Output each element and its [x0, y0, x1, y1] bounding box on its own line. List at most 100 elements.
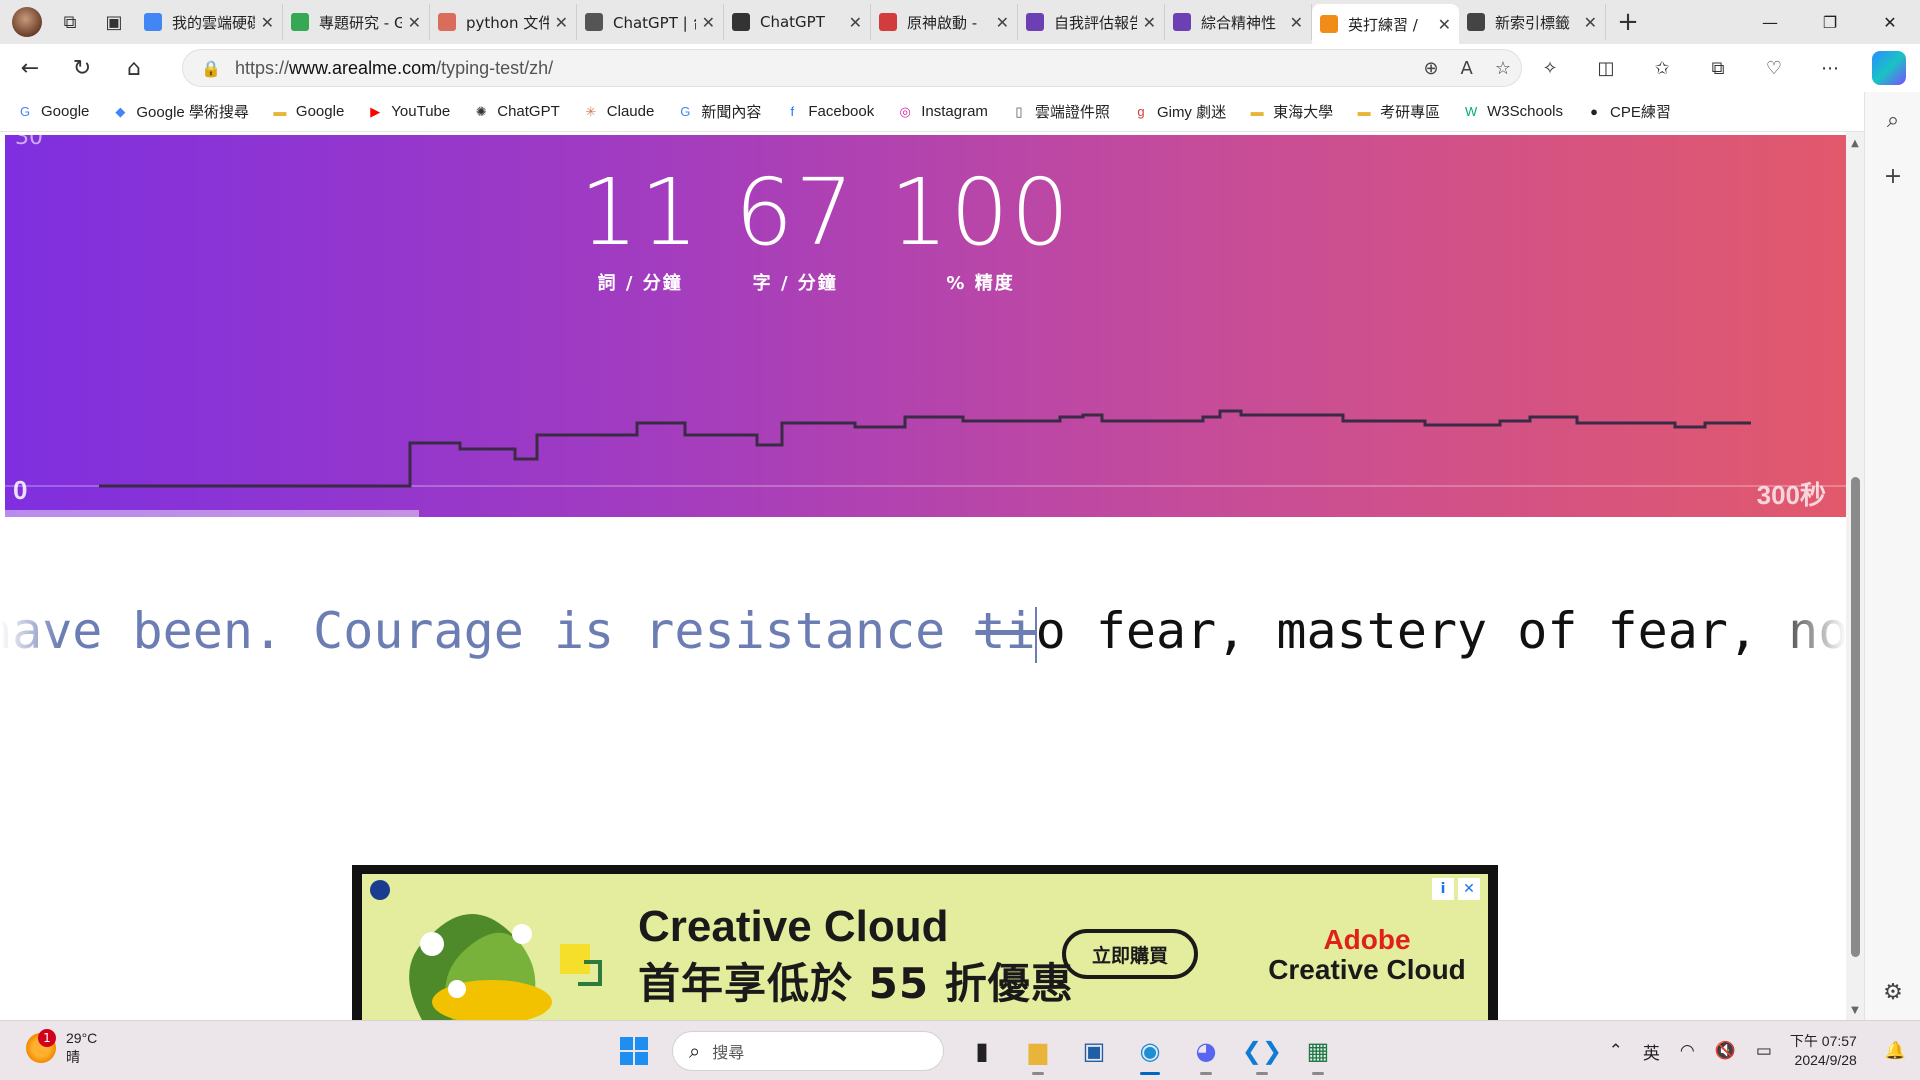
tab-label: python 文件: [466, 13, 549, 32]
task-view-icon[interactable]: ▮: [954, 1029, 1010, 1073]
bookmark-item[interactable]: W W3Schools: [1462, 103, 1563, 121]
bookmark-item[interactable]: ▬ 東海大學: [1248, 101, 1334, 122]
tab-close-icon[interactable]: ✕: [1290, 13, 1303, 32]
browser-tab[interactable]: 綜合精神性 ✕: [1165, 4, 1312, 40]
tab-close-icon[interactable]: ✕: [1584, 13, 1597, 32]
tab-close-icon[interactable]: ✕: [996, 13, 1009, 32]
extensions-icon[interactable]: ✧: [1522, 58, 1578, 79]
browser-tab[interactable]: ChatGPT ✕: [724, 4, 871, 40]
bookmark-item[interactable]: G 新聞內容: [676, 101, 761, 122]
bookmark-item[interactable]: ▯ 雲端證件照: [1010, 101, 1110, 122]
ad-buy-button[interactable]: 立即購買: [1062, 929, 1198, 979]
tab-label: 原神啟動 -: [907, 13, 978, 32]
bookmark-item[interactable]: ▬ 考研專區: [1355, 101, 1441, 122]
bookmark-item[interactable]: ● CPE練習: [1585, 101, 1671, 122]
browser-tab[interactable]: 我的雲端硬碟 ✕: [136, 4, 283, 40]
vscode-icon[interactable]: ❮❯: [1234, 1029, 1290, 1075]
bookmark-label: Google 學術搜尋: [136, 104, 249, 121]
ad-close-icon[interactable]: ✕: [1458, 878, 1480, 900]
url-text[interactable]: https://www.arealme.com/typing-test/zh/: [235, 58, 553, 79]
bookmark-item[interactable]: ◎ Instagram: [896, 103, 988, 121]
favorite-star-icon[interactable]: ☆: [1495, 58, 1511, 79]
copilot-icon[interactable]: [1872, 51, 1906, 85]
tab-label: 綜合精神性: [1201, 13, 1277, 32]
bookmark-item[interactable]: ✺ ChatGPT: [472, 103, 560, 121]
pending-text: o fear, mastery of fear, not absence: [1035, 602, 1846, 660]
volume-muted-icon[interactable]: 🔇: [1715, 1041, 1736, 1061]
chevron-up-icon[interactable]: ⌃: [1609, 1041, 1623, 1061]
lock-icon[interactable]: 🔒: [191, 59, 231, 78]
start-button[interactable]: [606, 1029, 662, 1073]
wifi-icon[interactable]: ◠: [1680, 1041, 1695, 1061]
more-menu-icon[interactable]: ⋯: [1802, 58, 1858, 79]
bookmark-item[interactable]: ▶ YouTube: [366, 103, 450, 121]
read-aloud-icon[interactable]: A: [1461, 58, 1473, 79]
tab-close-icon[interactable]: ✕: [408, 13, 421, 32]
browser-tab[interactable]: ChatGPT | 台 ✕: [577, 4, 724, 40]
clock-time: 下午 07:57: [1789, 1033, 1857, 1049]
battery-icon[interactable]: ▭: [1756, 1041, 1772, 1061]
home-button[interactable]: ⌂: [112, 46, 156, 90]
ad-info-icon[interactable]: i: [1432, 878, 1454, 900]
scroll-up-arrow-icon[interactable]: ▲: [1846, 138, 1864, 149]
close-window-button[interactable]: ✕: [1860, 0, 1920, 44]
weather-widget[interactable]: 1 29°C 晴: [26, 1029, 97, 1067]
gear-icon[interactable]: ⚙: [1865, 964, 1920, 1020]
split-screen-icon[interactable]: ◫: [1578, 58, 1634, 79]
tab-close-icon[interactable]: ✕: [1438, 15, 1451, 34]
back-button[interactable]: ←: [8, 46, 52, 90]
tab-actions-icon[interactable]: ▣: [92, 0, 136, 44]
excel-icon[interactable]: ▦: [1290, 1029, 1346, 1075]
browser-tab[interactable]: 新索引標籤 ✕: [1459, 4, 1606, 40]
tab-label: 自我評估報告: [1054, 13, 1137, 32]
browser-essentials-icon[interactable]: ♡: [1746, 58, 1802, 79]
tab-close-icon[interactable]: ✕: [1143, 13, 1156, 32]
edge-browser-icon[interactable]: ◉: [1122, 1029, 1178, 1075]
browser-tab[interactable]: 英打練習 / ✕: [1312, 4, 1459, 44]
stats-row: 11 詞 / 分鐘 67 字 / 分鐘 100 % 精度: [5, 163, 1746, 295]
clock[interactable]: 下午 07:57 2024/9/28: [1790, 1032, 1857, 1070]
wrong-text: ti: [975, 602, 1036, 660]
zoom-icon[interactable]: ⊕: [1423, 58, 1438, 79]
browser-tab[interactable]: 原神啟動 - ✕: [871, 4, 1018, 40]
ime-indicator[interactable]: 英: [1643, 1039, 1660, 1064]
collections-icon[interactable]: ⧉: [1690, 58, 1746, 79]
url-field[interactable]: 🔒 https://www.arealme.com/typing-test/zh…: [182, 49, 1522, 87]
tab-close-icon[interactable]: ✕: [261, 13, 274, 32]
bookmark-item[interactable]: f Facebook: [783, 103, 875, 121]
minimize-button[interactable]: —: [1740, 0, 1800, 44]
speed-line: [99, 409, 1751, 488]
bookmark-item[interactable]: ▬ Google: [271, 103, 344, 121]
tab-favicon-icon: [438, 13, 456, 31]
typing-text-area[interactable]: have been. Courage is resistance tio fea…: [0, 592, 1846, 672]
restore-button[interactable]: ❐: [1800, 0, 1860, 44]
new-tab-button[interactable]: +: [1606, 0, 1650, 44]
tab-close-icon[interactable]: ✕: [702, 13, 715, 32]
bookmark-item[interactable]: G Google: [16, 103, 89, 121]
refresh-button[interactable]: ↻: [60, 46, 104, 90]
discord-icon[interactable]: ◕: [1178, 1029, 1234, 1075]
remote-desktop-icon[interactable]: ▣: [1066, 1029, 1122, 1073]
scroll-down-arrow-icon[interactable]: ▼: [1846, 1005, 1864, 1016]
bookmark-item[interactable]: ◆ Google 學術搜尋: [111, 101, 249, 122]
bookmark-item[interactable]: ✳ Claude: [582, 103, 654, 121]
workspaces-icon[interactable]: ⧉: [48, 0, 92, 44]
browser-tab[interactable]: python 文件 ✕: [430, 4, 577, 40]
profile-avatar[interactable]: [12, 7, 42, 37]
browser-tab[interactable]: 專題研究 - Google ✕: [283, 4, 430, 40]
tab-close-icon[interactable]: ✕: [555, 13, 568, 32]
ad-brand-product: Creative Cloud: [1268, 954, 1466, 985]
page-scrollbar[interactable]: ▲ ▼: [1846, 132, 1864, 1020]
bookmark-label: Gimy 劇迷: [1156, 104, 1227, 121]
file-explorer-icon[interactable]: ▆: [1010, 1029, 1066, 1075]
favorites-icon[interactable]: ✩: [1634, 58, 1690, 79]
advertisement-banner[interactable]: Creative Cloud 首年享低於 55 折優惠 立即購買 Adobe C…: [352, 865, 1498, 1020]
add-icon[interactable]: +: [1865, 148, 1920, 204]
tab-close-icon[interactable]: ✕: [849, 13, 862, 32]
notification-bell-icon[interactable]: 🔔: [1885, 1041, 1906, 1061]
search-icon[interactable]: ⌕: [1865, 92, 1920, 148]
browser-tab[interactable]: 自我評估報告 ✕: [1018, 4, 1165, 40]
scrollbar-thumb[interactable]: [1851, 477, 1860, 957]
bookmark-item[interactable]: g Gimy 劇迷: [1132, 101, 1226, 122]
taskbar-search[interactable]: ⌕ 搜尋: [672, 1031, 944, 1071]
